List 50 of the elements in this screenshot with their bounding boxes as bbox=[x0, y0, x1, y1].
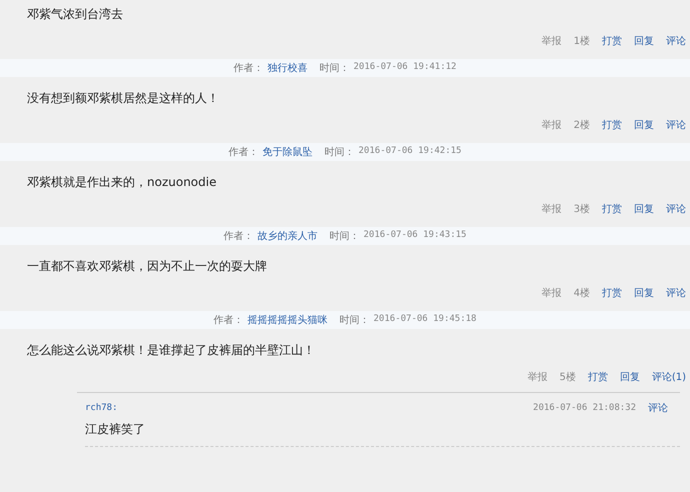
post-time: 2016-07-06 19:45:18 bbox=[374, 313, 476, 326]
action-link[interactable]: 评论 bbox=[666, 34, 686, 48]
time-label: 时间： bbox=[320, 62, 350, 76]
action-link[interactable]: 回复 bbox=[634, 118, 654, 132]
action-link[interactable]: 评论(1) bbox=[652, 370, 686, 384]
post-text: 没有想到额邓紫棋居然是这样的人！ bbox=[26, 90, 220, 107]
report-link[interactable]: 举报 bbox=[542, 34, 562, 48]
report-link[interactable]: 举报 bbox=[527, 370, 548, 384]
comment-link[interactable]: 评论 bbox=[648, 401, 668, 416]
floor-number: 2楼 bbox=[574, 118, 590, 132]
author-label: 作者： bbox=[234, 62, 264, 76]
comment-time: 2016-07-06 21:08:32 bbox=[533, 402, 636, 415]
report-link[interactable]: 举报 bbox=[542, 286, 562, 300]
post-time: 2016-07-06 19:41:12 bbox=[354, 61, 456, 74]
post-text: 一直都不喜欢邓紫棋，因为不止一次的耍大牌 bbox=[26, 258, 268, 275]
floor-number: 5楼 bbox=[559, 370, 576, 384]
post-time: 2016-07-06 19:42:15 bbox=[358, 145, 462, 158]
action-link[interactable]: 回复 bbox=[620, 370, 640, 384]
action-link[interactable]: 评论 bbox=[666, 118, 686, 132]
action-link[interactable]: 打赏 bbox=[602, 202, 622, 216]
author-label: 作者： bbox=[214, 314, 244, 328]
floor-number: 1楼 bbox=[574, 34, 590, 48]
action-link[interactable]: 回复 bbox=[634, 286, 654, 300]
time-label: 时间： bbox=[324, 146, 355, 160]
action-link[interactable]: 评论 bbox=[666, 286, 686, 300]
action-link[interactable]: 打赏 bbox=[602, 34, 622, 48]
report-link[interactable]: 举报 bbox=[542, 118, 562, 132]
time-label: 时间： bbox=[340, 314, 370, 328]
post-text: 邓紫棋就是作出来的，nozuonodie bbox=[26, 174, 218, 191]
post-text: 怎么能这么说邓紫棋！是谁撑起了皮裤届的半壁江山！ bbox=[26, 342, 316, 359]
author-link[interactable]: 摇摇摇摇摇头猫咪 bbox=[248, 312, 328, 328]
report-link[interactable]: 举报 bbox=[542, 202, 562, 216]
action-link[interactable]: 回复 bbox=[634, 34, 654, 48]
author-label: 作者： bbox=[224, 230, 254, 244]
floor-number: 3楼 bbox=[574, 202, 590, 216]
comment-user[interactable]: rch78: bbox=[85, 402, 118, 416]
comment-text: 江皮裤笑了 bbox=[85, 416, 680, 447]
post-text: 邓紫气浓到台湾去 bbox=[26, 6, 124, 23]
floor-number: 4楼 bbox=[574, 286, 590, 300]
action-link[interactable]: 回复 bbox=[634, 202, 654, 216]
author-link[interactable]: 故乡的亲人市 bbox=[258, 228, 318, 244]
action-link[interactable]: 打赏 bbox=[602, 118, 622, 132]
time-label: 时间： bbox=[330, 230, 360, 244]
post-time: 2016-07-06 19:43:15 bbox=[364, 229, 466, 242]
author-label: 作者： bbox=[228, 146, 259, 160]
action-link[interactable]: 打赏 bbox=[602, 286, 622, 300]
author-link[interactable]: 免于除鼠坠 bbox=[262, 144, 313, 160]
author-link[interactable]: 独行校喜 bbox=[268, 60, 308, 76]
action-link[interactable]: 评论 bbox=[666, 202, 686, 216]
action-link[interactable]: 打赏 bbox=[588, 370, 608, 384]
